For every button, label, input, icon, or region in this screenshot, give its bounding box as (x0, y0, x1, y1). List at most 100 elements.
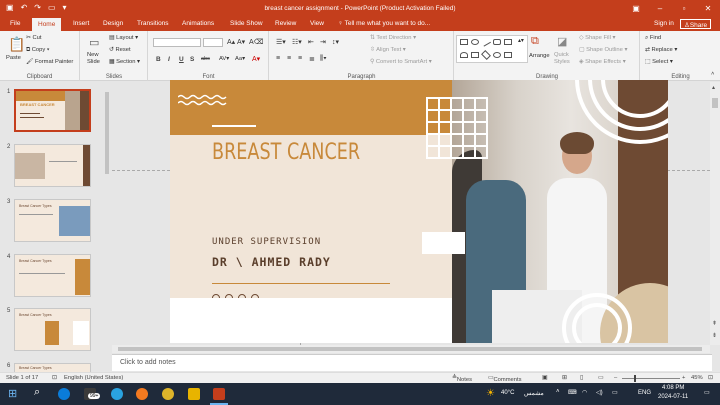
shape-circle-icon[interactable] (493, 52, 501, 58)
align-right-icon[interactable]: ≡ (298, 55, 302, 62)
clock-time[interactable]: 4:08 PM (662, 385, 684, 391)
wifi-icon[interactable]: ◠ (582, 389, 587, 396)
font-color-icon[interactable]: A▾ (252, 55, 260, 63)
reading-view-icon[interactable]: ▯ (580, 375, 583, 381)
change-case-icon[interactable]: Aa▾ (235, 56, 245, 62)
telegram-icon[interactable] (111, 388, 123, 400)
tab-animations[interactable]: Animations (182, 20, 214, 27)
shape-line-icon[interactable] (481, 37, 491, 47)
copy-button[interactable]: ⧉ Copy ▾ (26, 47, 49, 54)
sign-in-link[interactable]: Sign in (654, 20, 674, 27)
fit-slide-icon[interactable]: ⊡ (708, 375, 713, 381)
numbering-icon[interactable]: ☷▾ (292, 38, 302, 46)
slide-sorter-icon[interactable]: ⊞ (562, 375, 567, 381)
previous-slide-icon[interactable]: ⇞ (712, 320, 717, 327)
zoom-slider[interactable] (622, 378, 680, 379)
zoom-level[interactable]: 45% (691, 375, 703, 381)
file-explorer-icon[interactable] (188, 388, 200, 400)
columns-icon[interactable]: ⫼▾ (320, 55, 327, 63)
thumbnails-scrollbar[interactable] (104, 84, 110, 370)
tab-file[interactable]: File (10, 20, 20, 27)
scrollbar-thumb[interactable] (712, 98, 718, 108)
bullets-icon[interactable]: ☰▾ (276, 38, 286, 46)
format-painter-button[interactable]: 🖌 Format Painter (26, 59, 73, 65)
battery-icon[interactable]: ▭ (612, 389, 618, 396)
justify-icon[interactable]: ≣ (309, 55, 315, 63)
slide-show-icon[interactable]: ▭ (598, 375, 603, 381)
editor-vertical-scrollbar[interactable]: ▴ ⇞ ⇟ (710, 82, 720, 345)
firefox-icon[interactable] (136, 388, 148, 400)
comments-toggle[interactable]: ▭ Comments (488, 375, 522, 383)
slide-title[interactable]: BREAST CANCER (212, 140, 360, 165)
scroll-up-icon[interactable]: ▴ (712, 84, 715, 91)
ribbon-display-options-icon[interactable]: ▣ (624, 0, 648, 18)
increase-indent-icon[interactable]: ⇥ (320, 38, 326, 46)
line-spacing-icon[interactable]: ↕▾ (332, 38, 339, 46)
slide-thumbnail-5[interactable]: Breast Cancer Types (14, 308, 91, 351)
align-left-icon[interactable]: ≡ (276, 55, 280, 62)
select-button[interactable]: ⬚ Select ▾ (645, 59, 673, 65)
tab-home[interactable]: Home (32, 18, 62, 31)
decrease-indent-icon[interactable]: ⇤ (308, 38, 314, 46)
scrollbar-thumb[interactable] (105, 92, 109, 174)
shape-outline-button[interactable]: ▢ Shape Outline ▾ (579, 47, 627, 53)
tray-chevron-icon[interactable]: ˄ (556, 389, 560, 395)
shape-arc-icon[interactable] (460, 52, 468, 58)
editor-horizontal-scrollbar[interactable] (112, 345, 710, 353)
spelling-icon[interactable]: ⊡ (52, 375, 57, 381)
slide-thumbnail-3[interactable]: Breast Cancer Types (14, 199, 91, 242)
new-slide-icon[interactable]: ▭ (89, 36, 99, 49)
shapes-gallery[interactable]: ▴▾ (456, 35, 528, 63)
scrollbar-thumb[interactable] (118, 347, 702, 351)
clear-formatting-icon[interactable]: A⌫ (249, 38, 264, 46)
strikethrough-button[interactable]: abc (201, 56, 210, 62)
weather-icon[interactable]: ☀ (486, 388, 495, 399)
language-indicator[interactable]: English (United States) (64, 375, 123, 381)
doctor-name-text[interactable]: DR \ AHMED RADY (212, 255, 331, 269)
section-button[interactable]: ▦ Section ▾ (109, 59, 140, 65)
convert-to-smartart-button[interactable]: ⚲ Convert to SmartArt ▾ (370, 59, 432, 65)
replace-button[interactable]: ⇄ Replace ▾ (645, 47, 677, 53)
character-spacing-icon[interactable]: AV▾ (219, 56, 229, 62)
align-text-button[interactable]: ⇳ Align Text ▾ (370, 47, 406, 53)
notes-toggle[interactable]: ≜ Notes (452, 375, 472, 383)
arrange-button[interactable]: Arrange (529, 53, 550, 59)
increase-font-icon[interactable]: A▴ (227, 38, 235, 46)
shadow-button[interactable]: S (190, 56, 194, 63)
paste-button[interactable]: Paste (6, 55, 21, 61)
minimize-button[interactable]: – (648, 0, 672, 18)
quick-styles-button[interactable]: Quick Styles (554, 52, 578, 66)
tell-me-search[interactable]: ♀ Tell me what you want to do... (338, 20, 430, 27)
slide-thumbnail-6[interactable]: Breast Cancer Types (14, 363, 91, 372)
new-slide-button[interactable]: New Slide (87, 52, 105, 66)
notes-pane[interactable]: Click to add notes (112, 354, 712, 371)
shape-diamond-icon[interactable] (481, 50, 491, 60)
powerpoint-icon[interactable] (213, 388, 225, 400)
close-button[interactable]: ✕ (696, 0, 720, 18)
paste-icon[interactable]: 📋 (8, 36, 25, 53)
zoom-out-icon[interactable]: – (614, 375, 617, 381)
normal-view-icon[interactable]: ▣ (542, 375, 547, 381)
next-slide-icon[interactable]: ⇟ (712, 332, 717, 339)
layout-button[interactable]: ▤ Layout ▾ (109, 35, 138, 41)
chrome-icon[interactable] (162, 388, 174, 400)
slide-thumbnail-2[interactable] (14, 144, 91, 187)
tab-slide-show[interactable]: Slide Show (230, 20, 263, 27)
text-direction-button[interactable]: ⇅ Text Direction ▾ (370, 35, 416, 41)
font-size-select[interactable] (203, 38, 223, 47)
arrange-icon[interactable]: ⧉ (531, 35, 539, 48)
gallery-scroll-icon[interactable]: ▴▾ (518, 38, 524, 44)
collapse-ribbon-icon[interactable]: ˄ (711, 71, 714, 77)
volume-icon[interactable]: ◁) (596, 389, 603, 396)
zoom-slider-thumb[interactable] (634, 375, 636, 382)
shape-effects-button[interactable]: ◈ Shape Effects ▾ (579, 59, 626, 65)
find-button[interactable]: ⌕ Find (645, 35, 661, 42)
clock-date[interactable]: 2024-07-11 (658, 394, 688, 400)
align-center-icon[interactable]: ≡ (287, 55, 291, 62)
italic-button[interactable]: I (168, 56, 170, 63)
shape-arrow-icon[interactable] (504, 39, 512, 45)
bold-button[interactable]: B (156, 56, 161, 63)
supervision-text[interactable]: UNDER SUPERVISION (212, 237, 321, 247)
slide-thumbnail-1[interactable]: BREAST CANCER (14, 89, 91, 132)
underline-button[interactable]: U (179, 56, 184, 63)
